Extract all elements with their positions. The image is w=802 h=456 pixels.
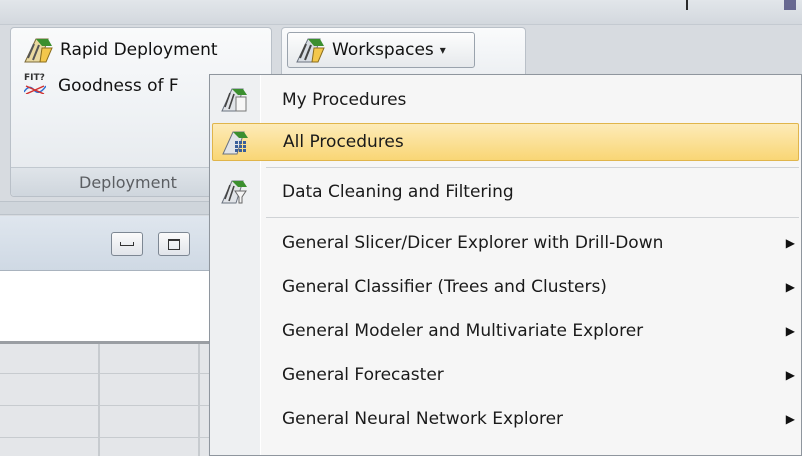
menu-item-data-cleaning[interactable]: Data Cleaning and Filtering: [212, 173, 799, 211]
menu-item-slicer-dicer[interactable]: General Slicer/Dicer Explorer with Drill…: [212, 224, 799, 262]
data-cleaning-icon: [221, 180, 247, 204]
procedures-icon: [221, 88, 247, 112]
menu-item-label: General Classifier (Trees and Clusters): [282, 277, 607, 297]
menu-item-my-procedures[interactable]: My Procedures: [212, 81, 799, 119]
menu-item-classifier[interactable]: General Classifier (Trees and Clusters) …: [212, 268, 799, 306]
workspaces-icon: [296, 38, 325, 63]
menu-item-label: General Forecaster: [282, 365, 444, 385]
menu-item-label: My Procedures: [282, 90, 407, 110]
workspaces-label: Workspaces: [332, 40, 434, 60]
menu-item-label: General Neural Network Explorer: [282, 409, 564, 429]
goodness-of-fit-label: Goodness of F: [58, 76, 179, 96]
menu-separator: [266, 217, 799, 218]
fit-icon: FIT?: [22, 73, 52, 99]
submenu-arrow-icon: ▶: [785, 236, 795, 250]
workspaces-menu: My Procedures All Procedures Data Cleani…: [209, 74, 802, 456]
menu-item-neural-network[interactable]: General Neural Network Explorer ▶: [212, 400, 799, 438]
rapid-deployment-button[interactable]: Rapid Deployment: [22, 35, 218, 65]
workspaces-dropdown-button[interactable]: Workspaces ▾: [287, 32, 475, 68]
procedures-grid-icon: [222, 131, 248, 155]
menu-item-label: General Slicer/Dicer Explorer with Drill…: [282, 233, 664, 253]
minimize-button[interactable]: [111, 232, 143, 256]
chevron-down-icon: ▾: [439, 43, 446, 57]
fit-icon-text: FIT?: [24, 73, 45, 83]
submenu-arrow-icon: ▶: [785, 324, 795, 338]
menu-separator: [266, 167, 799, 168]
submenu-arrow-icon: ▶: [785, 280, 795, 294]
rapid-deployment-label: Rapid Deployment: [60, 40, 218, 60]
menu-item-label: Data Cleaning and Filtering: [282, 182, 514, 202]
goodness-of-fit-button[interactable]: FIT? Goodness of F: [22, 71, 179, 101]
menu-item-forecaster[interactable]: General Forecaster ▶: [212, 356, 799, 394]
deployment-group-label: Deployment: [79, 173, 177, 192]
submenu-arrow-icon: ▶: [785, 412, 795, 426]
minimize-icon: [120, 242, 134, 246]
menu-item-all-procedures[interactable]: All Procedures: [212, 123, 799, 161]
submenu-arrow-icon: ▶: [785, 368, 795, 382]
restore-icon: [168, 238, 180, 250]
ribbon-top-strip: [0, 0, 802, 25]
workspaces-ribbon-tab: Workspaces ▾: [281, 27, 526, 77]
menu-item-label: General Modeler and Multivariate Explore…: [282, 321, 644, 341]
rapid-deployment-icon: [24, 38, 53, 63]
menu-item-modeler[interactable]: General Modeler and Multivariate Explore…: [212, 312, 799, 350]
restore-button[interactable]: [158, 232, 190, 256]
menu-item-label: All Procedures: [283, 132, 404, 152]
